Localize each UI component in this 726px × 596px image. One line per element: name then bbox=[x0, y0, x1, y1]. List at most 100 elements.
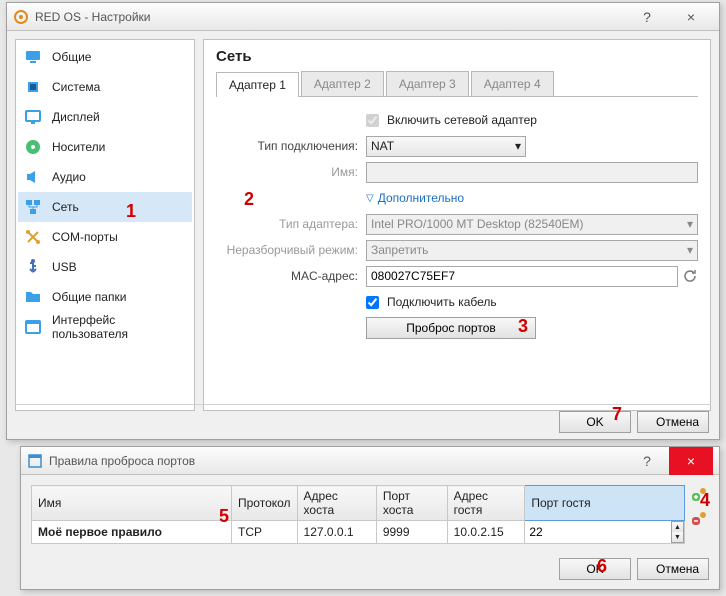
cell-guest-ip[interactable]: 10.0.2.15 bbox=[447, 521, 525, 544]
cable-checkbox[interactable] bbox=[366, 296, 379, 309]
sidebar-label: Сеть bbox=[52, 200, 79, 214]
enable-adapter-label: Включить сетевой адаптер bbox=[387, 113, 537, 127]
col-protocol[interactable]: Протокол bbox=[232, 486, 298, 521]
sidebar-label: Аудио bbox=[52, 170, 86, 184]
window-icon bbox=[27, 453, 43, 469]
settings-window: RED OS - Настройки ? × Общие Система Дис… bbox=[6, 2, 720, 440]
name-input bbox=[366, 162, 698, 183]
adapter-type-select: Intel PRO/1000 MT Desktop (82540EM)▾ bbox=[366, 214, 698, 235]
add-rule-button[interactable] bbox=[689, 485, 709, 505]
cancel-button[interactable]: Отмена bbox=[637, 411, 709, 433]
dialog-footer: OK Отмена bbox=[559, 411, 709, 433]
sidebar-label: Общие папки bbox=[52, 290, 126, 304]
rules-titlebar: Правила проброса портов ? × bbox=[21, 447, 719, 475]
chevron-down-icon: ▾ bbox=[687, 217, 693, 231]
table-header-row: Имя Протокол Адрес хоста Порт хоста Адре… bbox=[32, 486, 685, 521]
sidebar-label: Интерфейс пользователя bbox=[52, 313, 186, 341]
sidebar: Общие Система Дисплей Носители Аудио Сет… bbox=[15, 39, 195, 411]
adapter-tabs: Адаптер 1 Адаптер 2 Адаптер 3 Адаптер 4 bbox=[216, 71, 698, 97]
help-button[interactable]: ? bbox=[625, 3, 669, 31]
chip-icon bbox=[24, 78, 42, 96]
conn-type-select[interactable]: NAT▾ bbox=[366, 136, 526, 157]
rules-help-button[interactable]: ? bbox=[625, 447, 669, 475]
sidebar-item-system[interactable]: Система bbox=[18, 72, 192, 102]
rules-title-buttons: ? × bbox=[625, 447, 713, 475]
promisc-label: Неразборчивый режим: bbox=[216, 243, 366, 257]
port-rules-window: Правила проброса портов ? × Имя Протокол… bbox=[20, 446, 720, 590]
tab-adapter1[interactable]: Адаптер 1 bbox=[216, 72, 299, 97]
sidebar-label: COM-порты bbox=[52, 230, 118, 244]
spin-down-icon[interactable]: ▼ bbox=[672, 532, 683, 542]
usb-icon bbox=[24, 258, 42, 276]
table-row[interactable]: Моё первое правило TCP 127.0.0.1 9999 10… bbox=[32, 521, 685, 544]
cell-protocol[interactable]: TCP bbox=[232, 521, 298, 544]
title-buttons: ? × bbox=[625, 3, 713, 31]
cell-host-port[interactable]: 9999 bbox=[376, 521, 447, 544]
enable-adapter-checkbox[interactable] bbox=[366, 114, 379, 127]
col-host-ip[interactable]: Адрес хоста bbox=[297, 486, 376, 521]
cell-name[interactable]: Моё первое правило bbox=[32, 521, 232, 544]
col-name[interactable]: Имя bbox=[32, 486, 232, 521]
rules-title: Правила проброса портов bbox=[49, 454, 625, 468]
sidebar-label: USB bbox=[52, 260, 77, 274]
chevron-down-icon: ▾ bbox=[687, 243, 693, 257]
ui-icon bbox=[24, 318, 42, 336]
sidebar-item-shared[interactable]: Общие папки bbox=[18, 282, 192, 312]
tab-adapter2[interactable]: Адаптер 2 bbox=[301, 71, 384, 96]
titlebar: RED OS - Настройки ? × bbox=[7, 3, 719, 31]
rules-cancel-button[interactable]: Отмена bbox=[637, 558, 709, 580]
adapter-type-label: Тип адаптера: bbox=[216, 217, 366, 231]
sidebar-item-network[interactable]: Сеть bbox=[18, 192, 192, 222]
tab-adapter3[interactable]: Адаптер 3 bbox=[386, 71, 469, 96]
cable-label: Подключить кабель bbox=[387, 295, 497, 309]
rules-footer: OK Отмена bbox=[31, 558, 709, 580]
gear-icon bbox=[13, 9, 29, 25]
spinner[interactable]: ▲▼ bbox=[671, 521, 684, 543]
serial-icon bbox=[24, 228, 42, 246]
col-guest-port[interactable]: Порт гостя bbox=[525, 486, 685, 521]
chevron-down-icon: ▾ bbox=[515, 139, 521, 153]
window-title: RED OS - Настройки bbox=[35, 10, 625, 24]
network-icon bbox=[24, 198, 42, 216]
triangle-down-icon: ▽ bbox=[366, 193, 374, 204]
sidebar-label: Система bbox=[52, 80, 100, 94]
rules-table: Имя Протокол Адрес хоста Порт хоста Адре… bbox=[31, 485, 685, 544]
sidebar-item-audio[interactable]: Аудио bbox=[18, 162, 192, 192]
sidebar-item-usb[interactable]: USB bbox=[18, 252, 192, 282]
section-title: Сеть bbox=[216, 48, 698, 65]
name-label: Имя: bbox=[216, 165, 366, 179]
sidebar-item-storage[interactable]: Носители bbox=[18, 132, 192, 162]
folder-icon bbox=[24, 288, 42, 306]
guest-port-input[interactable] bbox=[529, 524, 671, 540]
sidebar-label: Дисплей bbox=[52, 110, 100, 124]
cell-guest-port[interactable]: ▲▼ bbox=[525, 521, 685, 544]
mac-input[interactable] bbox=[366, 266, 678, 287]
ok-button[interactable]: OK bbox=[559, 411, 631, 433]
col-guest-ip[interactable]: Адрес гостя bbox=[447, 486, 525, 521]
refresh-icon[interactable] bbox=[682, 268, 698, 284]
rules-table-wrap: Имя Протокол Адрес хоста Порт хоста Адре… bbox=[31, 485, 709, 544]
sidebar-item-general[interactable]: Общие bbox=[18, 42, 192, 72]
tab-adapter4[interactable]: Адаптер 4 bbox=[471, 71, 554, 96]
close-button[interactable]: × bbox=[669, 3, 713, 31]
audio-icon bbox=[24, 168, 42, 186]
advanced-toggle[interactable]: ▽Дополнительно bbox=[366, 191, 464, 205]
cell-host-ip[interactable]: 127.0.0.1 bbox=[297, 521, 376, 544]
content-panel: Сеть Адаптер 1 Адаптер 2 Адаптер 3 Адапт… bbox=[203, 39, 711, 411]
mac-label: MAC-адрес: bbox=[216, 269, 366, 283]
sidebar-label: Носители bbox=[52, 140, 105, 154]
port-forward-button[interactable]: Проброс портов bbox=[366, 317, 536, 339]
col-host-port[interactable]: Порт хоста bbox=[376, 486, 447, 521]
rules-body: Имя Протокол Адрес хоста Порт хоста Адре… bbox=[21, 475, 719, 590]
monitor-icon bbox=[24, 48, 42, 66]
rules-close-button[interactable]: × bbox=[669, 447, 713, 475]
sidebar-item-display[interactable]: Дисплей bbox=[18, 102, 192, 132]
sidebar-item-ui[interactable]: Интерфейс пользователя bbox=[18, 312, 192, 342]
spin-up-icon[interactable]: ▲ bbox=[672, 522, 683, 532]
remove-rule-button[interactable] bbox=[689, 509, 709, 529]
sidebar-label: Общие bbox=[52, 50, 91, 64]
rules-ok-button[interactable]: OK bbox=[559, 558, 631, 580]
promisc-select: Запретить▾ bbox=[366, 240, 698, 261]
separator bbox=[15, 404, 711, 405]
sidebar-item-serial[interactable]: COM-порты bbox=[18, 222, 192, 252]
